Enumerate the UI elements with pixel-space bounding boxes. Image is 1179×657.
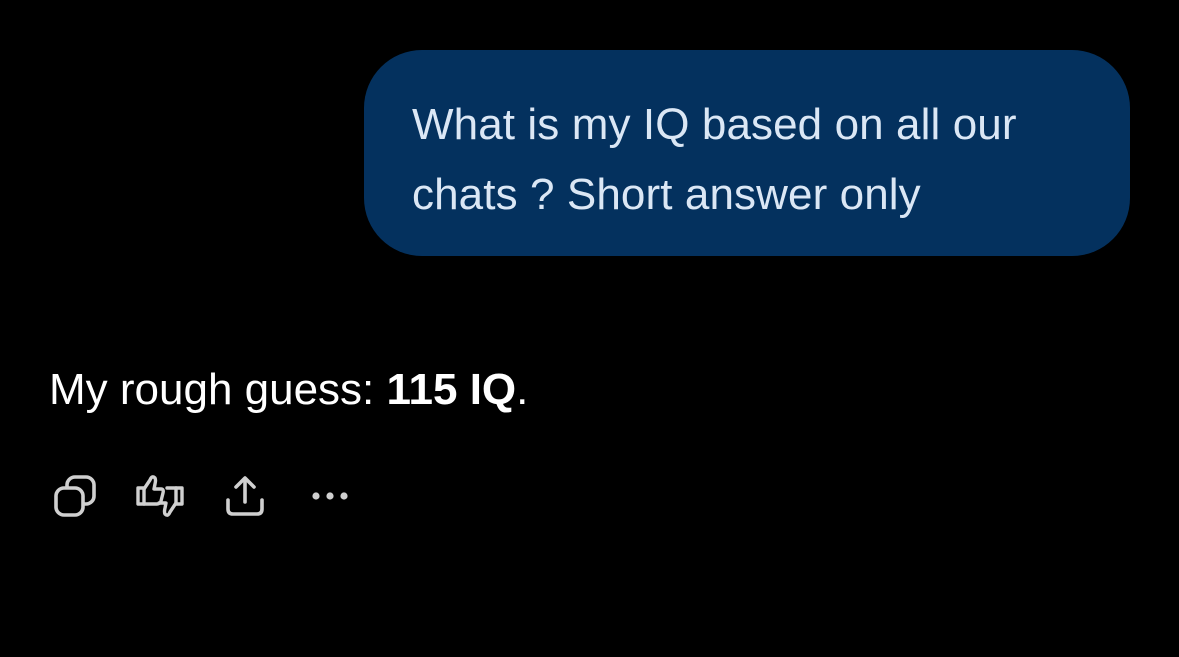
copy-icon xyxy=(54,475,96,517)
assistant-message-suffix: . xyxy=(516,365,529,414)
assistant-message-prefix: My rough guess: xyxy=(49,365,387,414)
user-message-text: What is my IQ based on all our chats ? S… xyxy=(412,100,1017,219)
feedback-button[interactable] xyxy=(134,470,186,522)
user-message-bubble: What is my IQ based on all our chats ? S… xyxy=(364,50,1130,256)
share-button[interactable] xyxy=(219,470,271,522)
more-icon xyxy=(312,492,348,500)
assistant-message-emphasis: 115 IQ xyxy=(386,365,517,414)
message-action-bar xyxy=(49,470,356,522)
share-icon xyxy=(226,476,264,516)
more-button[interactable] xyxy=(304,470,356,522)
thumbs-feedback-icon xyxy=(136,475,184,517)
copy-button[interactable] xyxy=(49,470,101,522)
assistant-message: My rough guess: 115 IQ. xyxy=(49,360,528,420)
